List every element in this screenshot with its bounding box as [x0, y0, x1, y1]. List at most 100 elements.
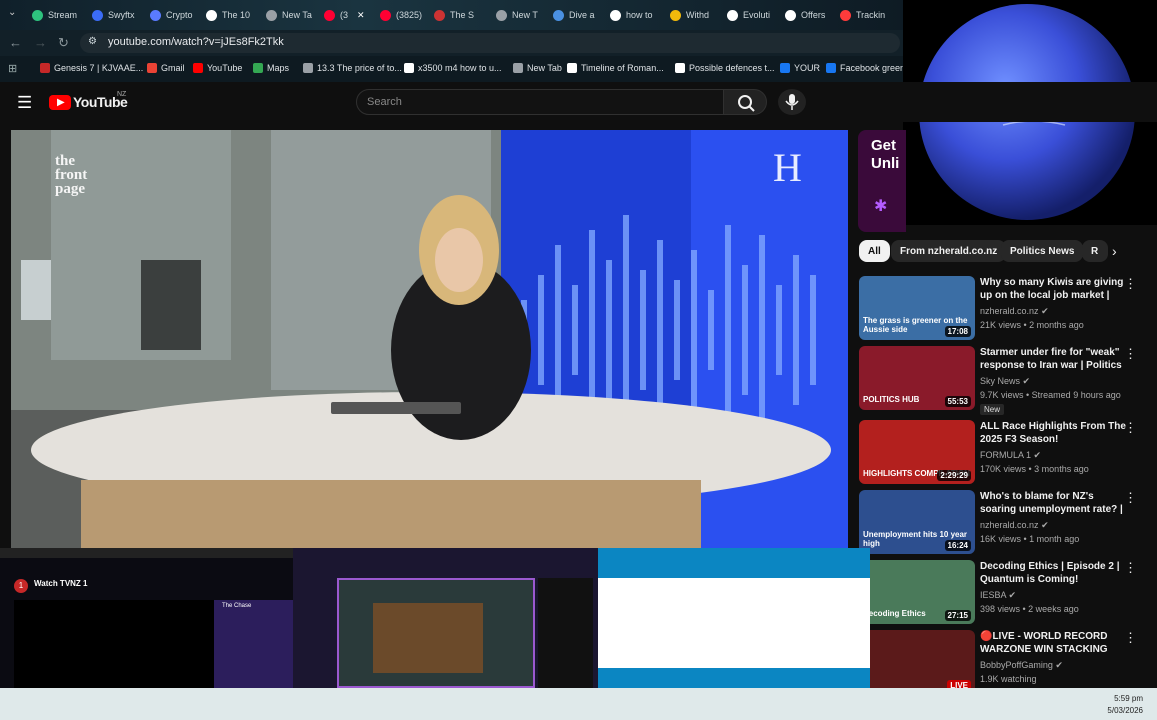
channel-name[interactable]: IESBA ✔	[980, 590, 1016, 601]
browser-tab[interactable]: how to	[610, 4, 666, 26]
filter-chip[interactable]: All	[859, 240, 890, 262]
preview-tvnz-show: The Chase	[222, 603, 252, 609]
bookmark-item[interactable]: Facebook green	[826, 63, 905, 73]
tab-label: The 10	[222, 10, 251, 20]
bookmark-item[interactable]: Possible defences t...	[675, 63, 775, 73]
video-title[interactable]: Who's to blame for NZ's soaring unemploy…	[980, 490, 1128, 516]
video-thumbnail[interactable]: POLITICS HUB 55:53	[859, 346, 975, 410]
video-thumbnail[interactable]: Unemployment hits 10 year high 16:24	[859, 490, 975, 554]
apps-grid-icon[interactable]: ⊞	[8, 62, 17, 75]
bookmark-item[interactable]: Gmail	[147, 63, 185, 73]
browser-tab[interactable]: Stream	[32, 4, 88, 26]
more-options-icon[interactable]: ⋮	[1124, 490, 1137, 506]
recommended-video[interactable]: LIVE 🔴LIVE - WORLD RECORD WARZONE WIN STA…	[859, 630, 1149, 696]
tab-favicon-icon	[496, 9, 507, 21]
channel-name[interactable]: Sky News ✔	[980, 376, 1030, 387]
channel-name[interactable]: FORMULA 1 ✔	[980, 450, 1041, 461]
recommended-video[interactable]: HIGHLIGHTS COMPILATION 2:29:29 ALL Race Hi…	[859, 420, 1149, 486]
bookmark-item[interactable]: Timeline of Roman...	[567, 63, 664, 73]
browser-tab[interactable]: Offers	[785, 4, 836, 26]
audio-bar-decoration	[793, 255, 799, 405]
tab-label: New T	[512, 10, 538, 20]
browser-tab[interactable]: Dive a	[553, 4, 606, 26]
recommended-video[interactable]: Decoding Ethics 27:15 Decoding Ethics | Ep…	[859, 560, 1149, 626]
audio-bar-decoration	[691, 250, 697, 410]
verified-icon: ✔	[1033, 450, 1042, 460]
more-options-icon[interactable]: ⋮	[1124, 420, 1137, 436]
browser-tab[interactable]: Withd	[670, 4, 723, 26]
bookmark-item[interactable]: YOUR	[780, 63, 820, 73]
bookmark-item[interactable]: YouTube	[193, 63, 242, 73]
bookmark-item[interactable]: Genesis 7 | KJVAAE...	[40, 63, 143, 73]
tab-label: New Ta	[282, 10, 312, 20]
browser-tab[interactable]: Trackin	[840, 4, 900, 26]
bookmark-favicon-icon	[675, 63, 685, 73]
channel-name[interactable]: nzherald.co.nz ✔	[980, 520, 1049, 531]
tab-favicon-icon	[32, 9, 43, 21]
bookmark-label: Maps	[267, 63, 290, 73]
video-thumbnail[interactable]: HIGHLIGHTS COMPILATION 2:29:29	[859, 420, 975, 484]
channel-name[interactable]: BobbyPoffGaming ✔	[980, 660, 1063, 671]
channel-name-text: BobbyPoffGaming	[980, 660, 1053, 670]
browser-tab[interactable]: (3825)	[380, 4, 430, 26]
browser-tab[interactable]: Evoluti	[727, 4, 781, 26]
recommended-video[interactable]: Unemployment hits 10 year high 16:24 Who's…	[859, 490, 1149, 556]
bookmark-item[interactable]: Maps	[253, 63, 289, 73]
bookmark-item[interactable]: New Tab	[513, 63, 562, 73]
video-thumbnail[interactable]: Decoding Ethics 27:15	[859, 560, 975, 624]
video-title[interactable]: 🔴LIVE - WORLD RECORD WARZONE WIN STACKIN…	[980, 630, 1128, 656]
more-options-icon[interactable]: ⋮	[1124, 276, 1137, 292]
video-title[interactable]: ALL Race Highlights From The 2025 F3 Sea…	[980, 420, 1128, 446]
preview-tvnz-window[interactable]: 1 Watch TVNZ 1 The Chase	[0, 548, 293, 710]
site-info-icon[interactable]: ⚙	[88, 36, 97, 47]
browser-tab[interactable]: New T	[496, 4, 549, 26]
forward-icon[interactable]: →	[34, 35, 47, 50]
ad-card[interactable]: Get Unli ✱	[858, 130, 906, 232]
filter-chip[interactable]: Politics News	[1001, 240, 1084, 262]
video-player[interactable]: the front page H	[11, 130, 848, 550]
address-url[interactable]: youtube.com/watch?v=jJEs8Fk2Tkk	[108, 36, 284, 48]
bookmark-item[interactable]: x3500 m4 how to u...	[404, 63, 502, 73]
video-duration: 17:08	[944, 326, 971, 337]
preview-web-window[interactable]	[598, 548, 870, 710]
youtube-logo-icon[interactable]: ▶	[49, 95, 71, 110]
tab-close-icon[interactable]: ✕	[357, 10, 365, 21]
video-title[interactable]: Why so many Kiwis are giving up on the l…	[980, 276, 1128, 302]
more-options-icon[interactable]: ⋮	[1124, 560, 1137, 576]
more-options-icon[interactable]: ⋮	[1124, 630, 1137, 646]
video-title[interactable]: Starmer under fire for "weak" response t…	[980, 346, 1128, 372]
video-thumbnail[interactable]: The grass is greener on the Aussie side 1…	[859, 276, 975, 340]
browser-tab[interactable]: Swyftx	[92, 4, 146, 26]
audio-bar-decoration	[538, 275, 544, 385]
browser-tab[interactable]: The 10	[206, 4, 262, 26]
preview-web-page	[598, 578, 870, 668]
browser-tab[interactable]: New Ta	[266, 4, 320, 26]
recommended-video[interactable]: The grass is greener on the Aussie side 1…	[859, 276, 1149, 342]
voice-search-button[interactable]	[778, 89, 806, 115]
search-button[interactable]	[723, 89, 767, 115]
more-options-icon[interactable]: ⋮	[1124, 346, 1137, 362]
audio-bar-decoration	[674, 280, 680, 380]
channel-name[interactable]: nzherald.co.nz ✔	[980, 306, 1049, 317]
video-title[interactable]: Decoding Ethics | Episode 2 | Quantum is…	[980, 560, 1128, 586]
recommended-video[interactable]: POLITICS HUB 55:53 Starmer under fire for …	[859, 346, 1149, 415]
herald-logo: H	[773, 145, 802, 190]
search-input[interactable]: Search	[356, 89, 724, 115]
back-icon[interactable]: ←	[9, 35, 22, 50]
bookmark-label: x3500 m4 how to u...	[418, 63, 502, 73]
bookmark-label: Facebook green	[840, 63, 906, 73]
filter-chip[interactable]: R	[1082, 240, 1108, 262]
tab-list-chevron-icon[interactable]: ⌄	[8, 7, 16, 18]
browser-tab[interactable]: The S	[434, 4, 492, 26]
menu-icon[interactable]: ☰	[17, 93, 32, 113]
browser-tab[interactable]: Crypto	[150, 4, 202, 26]
browser-tab[interactable]: (3 ✕	[324, 4, 376, 26]
preview-stream-window[interactable]	[293, 548, 598, 710]
reload-icon[interactable]: ↻	[58, 35, 69, 51]
clock-date: 5/03/2026	[1107, 706, 1143, 715]
system-clock[interactable]: 5:59 pm 5/03/2026	[1107, 693, 1143, 717]
chips-next-icon[interactable]: ›	[1112, 243, 1117, 259]
bookmark-item[interactable]: 13.3 The price of to...	[303, 63, 402, 73]
video-thumbnail[interactable]: LIVE	[859, 630, 975, 694]
filter-chip[interactable]: From nzherald.co.nz	[891, 240, 1007, 262]
